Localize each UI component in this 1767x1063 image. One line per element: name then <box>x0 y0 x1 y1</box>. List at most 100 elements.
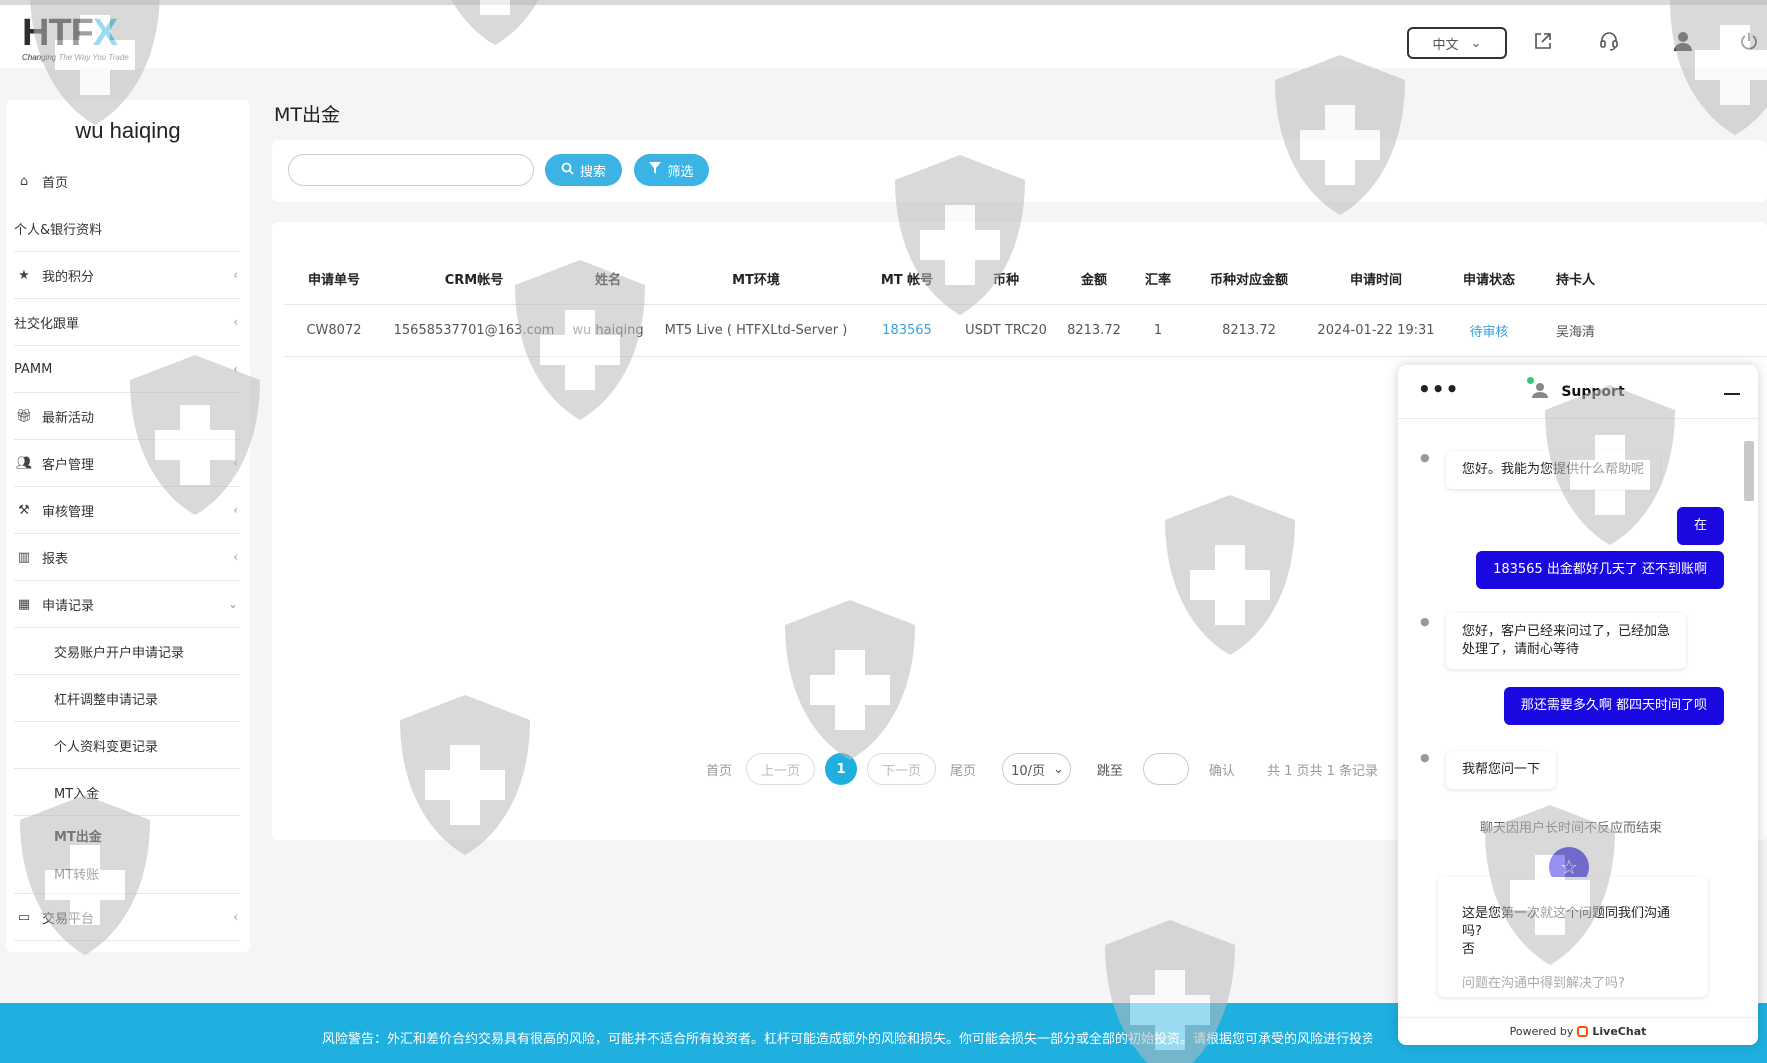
sidebar-subitem-profile-changes[interactable]: 个人资料变更记录 <box>14 722 240 769</box>
logo-tagline: Changing The Way You Trade <box>22 53 129 62</box>
sidebar-item-review[interactable]: ⚒ 审核管理 ‹ <box>14 487 240 534</box>
cell-request-id: CW8072 <box>284 304 384 357</box>
sidebar-subitem-leverage[interactable]: 杠杆调整申请记录 <box>14 675 240 722</box>
powered-by-label: Powered by <box>1509 1025 1574 1038</box>
calendar-icon: ▦ <box>17 596 31 612</box>
language-select[interactable]: 中文 ⌄ <box>1407 27 1507 59</box>
cell-request-time: 2024-01-22 19:31 <box>1312 304 1440 357</box>
col-header-name[interactable]: 姓名 <box>564 254 652 305</box>
livechat-widget: ••• Support ● 您好。我能为您提供什么帮助呢 在 183565 出金… <box>1398 365 1758 1045</box>
sidebar-subitem-mt-withdrawal[interactable]: MT出金 <box>14 816 240 854</box>
pagination-first[interactable]: 首页 <box>706 760 732 779</box>
chat-message-agent: 您好，客户已经来问过了，已经加急处理了，请耐心等待 <box>1446 613 1686 669</box>
sidebar-item-home[interactable]: ⌂ 首页 <box>14 158 240 205</box>
headset-icon[interactable] <box>1597 29 1621 53</box>
risk-warning-text: 风险警告：外汇和差价合约交易具有很高的风险，可能并不适合所有投资者。杠杆可能造成… <box>322 1032 1372 1047</box>
livechat-brand: LiveChat <box>1592 1025 1647 1038</box>
power-icon[interactable] <box>1737 29 1761 53</box>
sidebar-item-points[interactable]: ★ 我的积分 ‹ <box>14 252 240 299</box>
external-link-icon[interactable] <box>1531 29 1555 53</box>
survey-answer[interactable]: 否 <box>1462 941 1684 959</box>
user-icon[interactable] <box>1671 29 1695 53</box>
chat-title: Support <box>1561 383 1625 400</box>
language-value: 中文 <box>1432 37 1459 53</box>
cell-status-link[interactable]: 待审核 <box>1440 304 1538 357</box>
top-bar: HTFX Changing The Way You Trade 中文 ⌄ <box>0 0 1767 68</box>
col-header-status[interactable]: 申请状态 <box>1440 254 1538 305</box>
search-button[interactable]: 搜索 <box>545 154 622 186</box>
user-name: wu haiqing <box>75 118 181 143</box>
search-panel: 搜索 筛选 <box>272 140 1767 202</box>
pagination-last[interactable]: 尾页 <box>950 760 976 779</box>
filter-button[interactable]: 筛选 <box>634 154 709 186</box>
chat-message-user: 在 <box>1676 507 1724 545</box>
gavel-icon: ⚒ <box>18 502 30 518</box>
col-header-amount[interactable]: 金额 <box>1058 254 1130 305</box>
col-header-request-time[interactable]: 申请时间 <box>1312 254 1440 305</box>
pagination-prev-button[interactable]: 上一页 <box>746 753 816 785</box>
filter-icon <box>649 162 662 178</box>
col-header-currency[interactable]: 币种 <box>954 254 1058 305</box>
users-icon: 👥︎ <box>15 455 33 471</box>
star-icon: ★ <box>18 267 30 283</box>
col-header-spacer <box>1613 254 1767 305</box>
search-input[interactable] <box>288 154 534 186</box>
chat-messages: ● 您好。我能为您提供什么帮助呢 在 183565 出金都好几天了 还不到账啊 … <box>1398 419 1758 1017</box>
chevron-left-icon: ‹ <box>233 456 238 470</box>
chevron-left-icon: ‹ <box>233 910 238 924</box>
cell-amount: 8213.72 <box>1058 304 1130 357</box>
sidebar-item-label: 个人&银行资料 <box>14 222 103 238</box>
monitor-icon: ▭ <box>17 909 31 925</box>
cell-mt-environment: MT5 Live ( HTFXLtd-Server ) <box>652 304 860 357</box>
chevron-left-icon: ‹ <box>233 503 238 517</box>
chevron-left-icon: ‹ <box>233 315 238 329</box>
htfx-logo[interactable]: HTFX Changing The Way You Trade <box>22 12 142 67</box>
sidebar-item-reports[interactable]: ▥ 报表 ‹ <box>14 534 240 581</box>
col-header-rate[interactable]: 汇率 <box>1130 254 1186 305</box>
agent-message-avatar-icon: ● <box>1420 451 1430 464</box>
sidebar-item-pamm[interactable]: PAMM ‹ <box>14 346 240 393</box>
cell-rate: 1 <box>1130 304 1186 357</box>
sidebar-subitem-mt-transfer[interactable]: MT转账 <box>14 854 240 894</box>
col-header-cardholder[interactable]: 持卡人 <box>1538 254 1613 305</box>
chat-scrollbar-thumb[interactable] <box>1744 441 1754 501</box>
sidebar-item-profile-bank[interactable]: 个人&银行资料 <box>14 205 240 252</box>
survey-next-question: 问题在沟通中得到解决了吗? <box>1462 976 1625 991</box>
sidebar-item-label: 申请记录 <box>42 598 95 614</box>
cell-currency: USDT TRC20 <box>954 304 1058 357</box>
logo-brand: HTF <box>22 12 94 54</box>
chevron-left-icon: ‹ <box>233 268 238 282</box>
more-options-icon[interactable]: ••• <box>1418 377 1459 401</box>
chat-scrollbar[interactable] <box>1744 429 1754 1009</box>
sidebar-item-trading-platform[interactable]: ▭ 交易平台 ‹ <box>14 894 240 941</box>
jump-page-input[interactable] <box>1142 753 1189 785</box>
home-icon: ⌂ <box>19 174 29 189</box>
minimize-icon[interactable] <box>1724 393 1740 395</box>
sidebar-item-label: 最新活动 <box>42 410 95 426</box>
sidebar-item-applications[interactable]: ▦ 申请记录 ⌄ <box>14 581 240 628</box>
col-header-mt-account[interactable]: MT 帐号 <box>860 254 954 305</box>
cell-cardholder: 吴海清 <box>1538 304 1613 357</box>
page-title: MT出金 <box>274 104 340 126</box>
chat-message-user: 那还需要多久啊 都四天时间了呗 <box>1503 687 1724 725</box>
agent-message-avatar-icon: ● <box>1420 615 1430 628</box>
pagination-next-button[interactable]: 下一页 <box>867 753 937 785</box>
agent-message-avatar-icon: ● <box>1420 751 1430 764</box>
col-header-crm-account[interactable]: CRM帐号 <box>384 254 564 305</box>
chat-powered-by[interactable]: Powered by LiveChat <box>1398 1017 1758 1045</box>
page-size-select[interactable]: 10/页 ⌄ <box>1002 753 1071 785</box>
sidebar-item-social-trading[interactable]: 社交化跟單 ‹ <box>14 299 240 346</box>
chat-message-user: 183565 出金都好几天了 还不到账啊 <box>1476 551 1724 589</box>
sidebar-item-activities[interactable]: 🎁︎ 最新活动 <box>14 393 240 440</box>
sidebar-subitem-account-opening[interactable]: 交易账户开户申请记录 <box>14 628 240 675</box>
pagination-current-page[interactable]: 1 <box>825 753 858 785</box>
jump-confirm-button[interactable]: 确认 <box>1209 760 1235 779</box>
cell-mt-account-link[interactable]: 183565 <box>860 304 954 357</box>
col-header-mt-environment[interactable]: MT环境 <box>652 254 860 305</box>
col-header-request-id[interactable]: 申请单号 <box>284 254 384 305</box>
sidebar-subitem-mt-deposit[interactable]: MT入金 <box>14 769 240 816</box>
livechat-logo-icon <box>1577 1026 1589 1037</box>
sidebar-item-customers[interactable]: 👥︎ 客户管理 ‹ <box>14 440 240 487</box>
col-header-converted-amount[interactable]: 币种对应金额 <box>1186 254 1312 305</box>
sidebar-item-label: 报表 <box>42 551 69 567</box>
